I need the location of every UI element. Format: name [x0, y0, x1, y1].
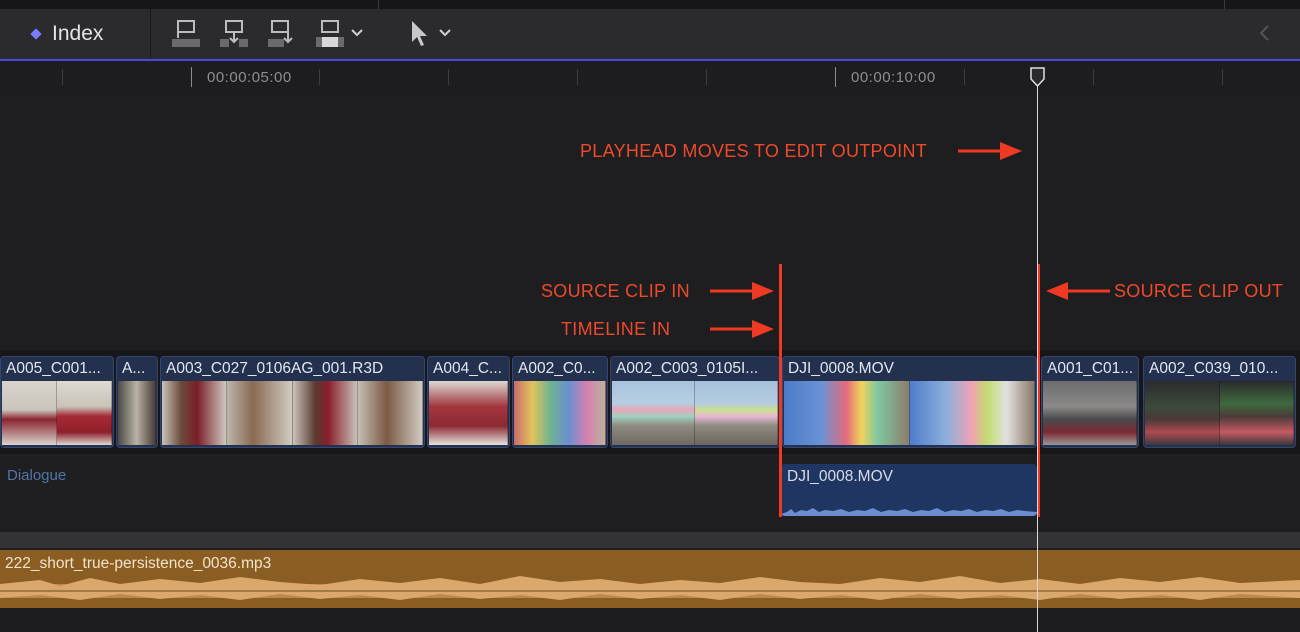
clip-name: A... — [122, 360, 146, 377]
clip-thumbnail — [1043, 381, 1137, 445]
ruler-tick — [964, 69, 965, 85]
empty-lane — [0, 608, 1300, 632]
toolbar-top-strip — [0, 0, 1300, 9]
ruler-tick-major — [191, 67, 192, 87]
source-in-marker — [779, 264, 782, 517]
overwrite-clip-icon[interactable] — [314, 18, 346, 50]
index-button[interactable]: Index — [0, 9, 150, 59]
video-clip[interactable]: A005_C001... — [0, 356, 114, 448]
clip-thumbnail — [227, 381, 293, 445]
clip-thumbnail — [612, 381, 695, 445]
clip-thumbnail — [514, 381, 606, 445]
clip-thumbnail — [1145, 381, 1220, 445]
clip-filmstrip — [784, 381, 1035, 445]
clip-filmstrip — [514, 381, 606, 445]
video-clip[interactable]: A003_C027_0106AG_001.R3D — [160, 356, 425, 448]
audio-waveform — [0, 576, 1300, 600]
clip-name: A002_C0... — [518, 360, 596, 377]
clip-filmstrip — [612, 381, 778, 445]
clip-thumbnail — [784, 381, 910, 445]
ruler-tick — [448, 69, 449, 85]
append-clip-icon[interactable] — [266, 18, 298, 50]
clip-thumbnail — [162, 381, 228, 445]
annotation-source-out: SOURCE CLIP OUT — [1114, 281, 1284, 301]
timeline-ruler[interactable]: 00:00:05:00 00:00:10:00 — [0, 61, 1300, 95]
connect-clip-icon[interactable] — [170, 18, 202, 50]
select-tool-icon[interactable] — [404, 18, 436, 50]
clip-name: DJI_0008.MOV — [788, 360, 894, 377]
chevron-down-icon[interactable] — [350, 27, 364, 39]
video-clip[interactable]: A002_C039_010... — [1143, 356, 1296, 448]
audio-clip[interactable]: DJI_0008.MOV — [781, 464, 1037, 516]
ruler-tick-major — [835, 67, 836, 87]
clip-name: A004_C... — [433, 360, 502, 377]
right-arrow-icon — [710, 282, 774, 300]
video-clip[interactable]: A002_C003_0105I... — [610, 356, 780, 448]
clip-name: A002_C003_0105I... — [616, 360, 759, 377]
clip-thumbnail — [118, 381, 156, 445]
chevron-down-icon[interactable] — [438, 27, 452, 39]
video-clip[interactable]: A004_C... — [427, 356, 510, 448]
video-clip[interactable]: A002_C0... — [512, 356, 608, 448]
pane-divider — [1224, 0, 1225, 9]
ruler-timecode: 00:00:10:00 — [851, 69, 936, 86]
right-arrow-icon — [958, 142, 1022, 160]
clip-filmstrip — [118, 381, 156, 445]
clip-thumbnail — [695, 381, 778, 445]
clip-filmstrip — [429, 381, 508, 445]
pane-divider — [378, 0, 379, 9]
ruler-tick — [62, 69, 63, 85]
ruler-tick — [1093, 69, 1094, 85]
left-arrow-icon — [1046, 282, 1110, 300]
clip-thumbnail — [57, 381, 112, 445]
clip-thumbnail — [292, 381, 358, 445]
playhead-handle-icon[interactable] — [1030, 67, 1045, 87]
ruler-timecode: 00:00:05:00 — [207, 69, 292, 86]
clip-name: A005_C001... — [6, 360, 101, 377]
ruler-tick — [319, 69, 320, 85]
annotation-timeline-in: TIMELINE IN — [561, 319, 671, 339]
ruler-tick — [1222, 69, 1223, 85]
clip-thumbnail — [357, 381, 423, 445]
video-clip[interactable]: A001_C01... — [1041, 356, 1139, 448]
clip-name: DJI_0008.MOV — [787, 468, 893, 485]
toolbar-divider — [150, 9, 151, 59]
clip-filmstrip — [2, 381, 112, 445]
clip-thumbnail — [1219, 381, 1294, 445]
clip-thumbnail — [909, 381, 1035, 445]
clip-thumbnail — [429, 381, 508, 445]
clip-name: A003_C027_0106AG_001.R3D — [166, 360, 384, 377]
video-clip[interactable]: A... — [116, 356, 158, 448]
insert-clip-icon[interactable] — [218, 18, 250, 50]
video-clip-selected[interactable]: DJI_0008.MOV — [782, 356, 1037, 448]
annotation-source-in: SOURCE CLIP IN — [541, 281, 690, 301]
annotation-playhead: PLAYHEAD MOVES TO EDIT OUTPOINT — [580, 141, 928, 161]
clip-filmstrip — [1145, 381, 1294, 445]
clip-name: A002_C039_010... — [1149, 360, 1279, 377]
timeline-toolbar: Index — [0, 0, 1300, 61]
playhead[interactable] — [1037, 86, 1038, 632]
lane-separator — [0, 532, 1300, 548]
role-label-dialogue: Dialogue — [7, 467, 67, 484]
clip-filmstrip — [162, 381, 423, 445]
clip-name: A001_C01... — [1047, 360, 1134, 377]
ruler-tick — [577, 69, 578, 85]
music-clip[interactable]: 222_short_true-persistence_0036.mp3 — [0, 550, 1300, 608]
clip-filmstrip — [1043, 381, 1137, 445]
clip-thumbnail — [2, 381, 57, 445]
dialogue-lane — [0, 454, 1300, 528]
right-arrow-icon — [710, 320, 774, 338]
chevron-left-icon[interactable] — [1258, 24, 1272, 42]
index-diamond-icon — [30, 28, 42, 40]
ruler-tick — [706, 69, 707, 85]
audio-waveform — [781, 508, 1037, 516]
index-label: Index — [52, 22, 104, 45]
